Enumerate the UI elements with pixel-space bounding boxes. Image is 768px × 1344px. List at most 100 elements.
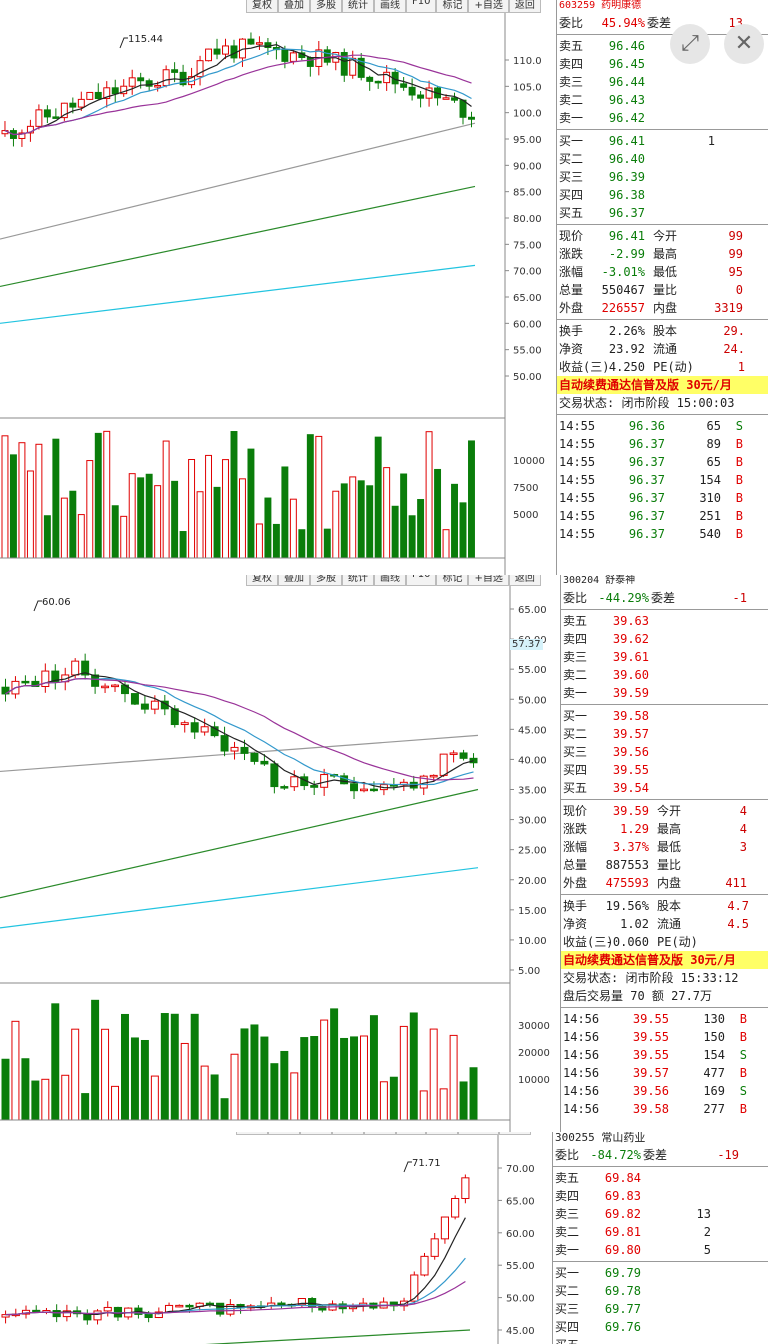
bid-label: 买一 bbox=[559, 134, 584, 148]
stat-value-2 bbox=[687, 856, 747, 874]
candle bbox=[18, 129, 26, 147]
stat-row: 净资 1.02 流通 4.5 bbox=[561, 915, 768, 933]
toolbar-button-3[interactable]: 统计 bbox=[342, 0, 374, 13]
tick-price: 96.37 bbox=[628, 509, 665, 523]
ask-price: 96.43 bbox=[608, 93, 645, 107]
y-tick-label: 80.00 bbox=[513, 214, 542, 225]
stat-row: 换手 2.26% 股本 29. bbox=[557, 322, 768, 340]
toolbar-button-0[interactable]: 复权 bbox=[246, 575, 278, 586]
stat-label-2: 股本 bbox=[657, 899, 682, 913]
candle bbox=[340, 48, 348, 82]
volume-bar bbox=[434, 468, 442, 559]
bid-label: 买五 bbox=[563, 781, 588, 795]
ask-label: 卖三 bbox=[563, 650, 588, 664]
stat-label-2: 量比 bbox=[653, 283, 678, 297]
bid-label: 买三 bbox=[559, 170, 584, 184]
ask-volume bbox=[641, 1169, 711, 1187]
candle bbox=[247, 32, 255, 45]
toolbar-button-6[interactable]: 标记 bbox=[436, 575, 469, 586]
toolbar-button-5[interactable]: F10 bbox=[406, 575, 437, 586]
close-icon[interactable]: ✕ bbox=[724, 24, 764, 64]
high-price-pointer bbox=[403, 1161, 412, 1173]
volume-bar bbox=[409, 1012, 418, 1121]
toolbar-button-5[interactable]: F10 bbox=[396, 1132, 427, 1135]
stat-label-2: 量比 bbox=[657, 858, 682, 872]
volume-bar bbox=[81, 1093, 90, 1121]
stat-row: 总量 887553 量比 bbox=[561, 856, 768, 874]
volume-bar bbox=[366, 485, 374, 559]
ask-volume bbox=[649, 612, 719, 630]
stat-label-2: 最高 bbox=[653, 247, 678, 261]
tick-volume: 65 bbox=[706, 419, 721, 433]
tick-time: 14:55 bbox=[559, 509, 596, 523]
toolbar-button-7[interactable]: +自选 bbox=[468, 575, 509, 586]
volume-bar bbox=[383, 467, 391, 559]
kline-chart-1[interactable]: 110.0 105.0 100.0 95.00 90.00 85.00 80.00 75.00… bbox=[0, 0, 556, 575]
bid-row: 买三 96.39 bbox=[557, 168, 768, 186]
ask-label: 卖一 bbox=[555, 1243, 580, 1257]
toolbar-button-3[interactable]: 统计 bbox=[332, 1132, 364, 1135]
candle bbox=[103, 81, 111, 108]
candle bbox=[101, 683, 110, 693]
stat-label: 外盘 bbox=[563, 876, 588, 890]
toolbar-button-5[interactable]: F10 bbox=[406, 0, 437, 13]
candle bbox=[120, 79, 128, 97]
toolbar-button-4[interactable]: 画线 bbox=[374, 575, 406, 586]
toolbar-button-8[interactable]: 返回 bbox=[508, 575, 541, 586]
tick-time: 14:55 bbox=[559, 473, 596, 487]
stat-row: 涨幅 3.37% 最低 3 bbox=[561, 838, 768, 856]
volume-bar bbox=[188, 459, 196, 559]
stat-label: 换手 bbox=[559, 324, 584, 338]
bid-row: 买二 69.78 bbox=[553, 1282, 768, 1300]
bid-price bbox=[587, 1336, 641, 1344]
toolbar-button-2[interactable]: 多股 bbox=[310, 575, 342, 586]
toolbar-button-1[interactable]: 叠加 bbox=[278, 0, 310, 13]
stock-panel-3: 70.00 65.00 60.00 55.00 50.00 45.00 71.71 复权叠加… bbox=[0, 1132, 768, 1344]
volume-bar bbox=[35, 443, 43, 559]
toolbar-button-8[interactable]: 返回 bbox=[498, 1132, 531, 1135]
toolbar-button-4[interactable]: 画线 bbox=[364, 1132, 396, 1135]
toolbar-button-6[interactable]: 标记 bbox=[426, 1132, 459, 1135]
stat-value-2: 99 bbox=[728, 229, 743, 243]
stat-value-2: 4 bbox=[739, 804, 747, 818]
toolbar-button-7[interactable]: +自选 bbox=[468, 0, 509, 13]
stat-row: 换手 19.56% 股本 4.7 bbox=[561, 897, 768, 915]
candle bbox=[11, 1308, 20, 1318]
expand-icon[interactable]: ⤢ bbox=[670, 24, 710, 64]
toolbar-button-0[interactable]: 复权 bbox=[236, 1132, 268, 1135]
toolbar-button-3[interactable]: 统计 bbox=[342, 575, 374, 586]
toolbar-button-4[interactable]: 画线 bbox=[374, 0, 406, 13]
toolbar-button-6[interactable]: 标记 bbox=[436, 0, 469, 13]
bid-price: 39.58 bbox=[612, 709, 649, 723]
y-tick-label: 45.00 bbox=[506, 1326, 535, 1337]
stat-row: 现价 96.41 今开 99 bbox=[557, 227, 768, 245]
candle bbox=[1, 1310, 10, 1324]
promo-banner[interactable]: 自动续费通达信普及版 30元/月 bbox=[557, 376, 768, 394]
ma250-line bbox=[0, 867, 479, 929]
toolbar-button-2[interactable]: 多股 bbox=[300, 1132, 332, 1135]
ask-price: 69.80 bbox=[604, 1243, 641, 1257]
bid-price: 69.76 bbox=[604, 1320, 641, 1334]
tick-price: 96.36 bbox=[628, 419, 665, 433]
toolbar-button-1[interactable]: 叠加 bbox=[278, 575, 310, 586]
kline-chart-2[interactable]: 65.0060.0055.0050.0045.0040.0035.0030.00… bbox=[0, 575, 560, 1132]
promo-banner[interactable]: 自动续费通达信普及版 30元/月 bbox=[561, 951, 768, 969]
ma5-line bbox=[5, 672, 474, 789]
toolbar-button-8[interactable]: 返回 bbox=[508, 0, 541, 13]
candle bbox=[399, 778, 408, 792]
ma20-line bbox=[5, 677, 474, 781]
toolbar-button-2[interactable]: 多股 bbox=[310, 0, 342, 13]
candle bbox=[323, 46, 331, 66]
toolbar-button-0[interactable]: 复权 bbox=[246, 0, 278, 13]
stat-label: 收益(三) bbox=[563, 935, 614, 949]
volume-bar bbox=[459, 502, 467, 559]
bid-row: 买二 39.57 bbox=[561, 725, 768, 743]
kline-chart-3[interactable]: 70.00 65.00 60.00 55.00 50.00 45.00 71.71 bbox=[0, 1132, 552, 1344]
candle bbox=[366, 75, 374, 91]
toolbar-button-7[interactable]: +自选 bbox=[458, 1132, 499, 1135]
volume-bar bbox=[145, 473, 153, 559]
volume-bar bbox=[391, 505, 399, 559]
volume-bar bbox=[425, 431, 433, 559]
volume-bar bbox=[51, 1003, 60, 1121]
toolbar-button-1[interactable]: 叠加 bbox=[268, 1132, 300, 1135]
